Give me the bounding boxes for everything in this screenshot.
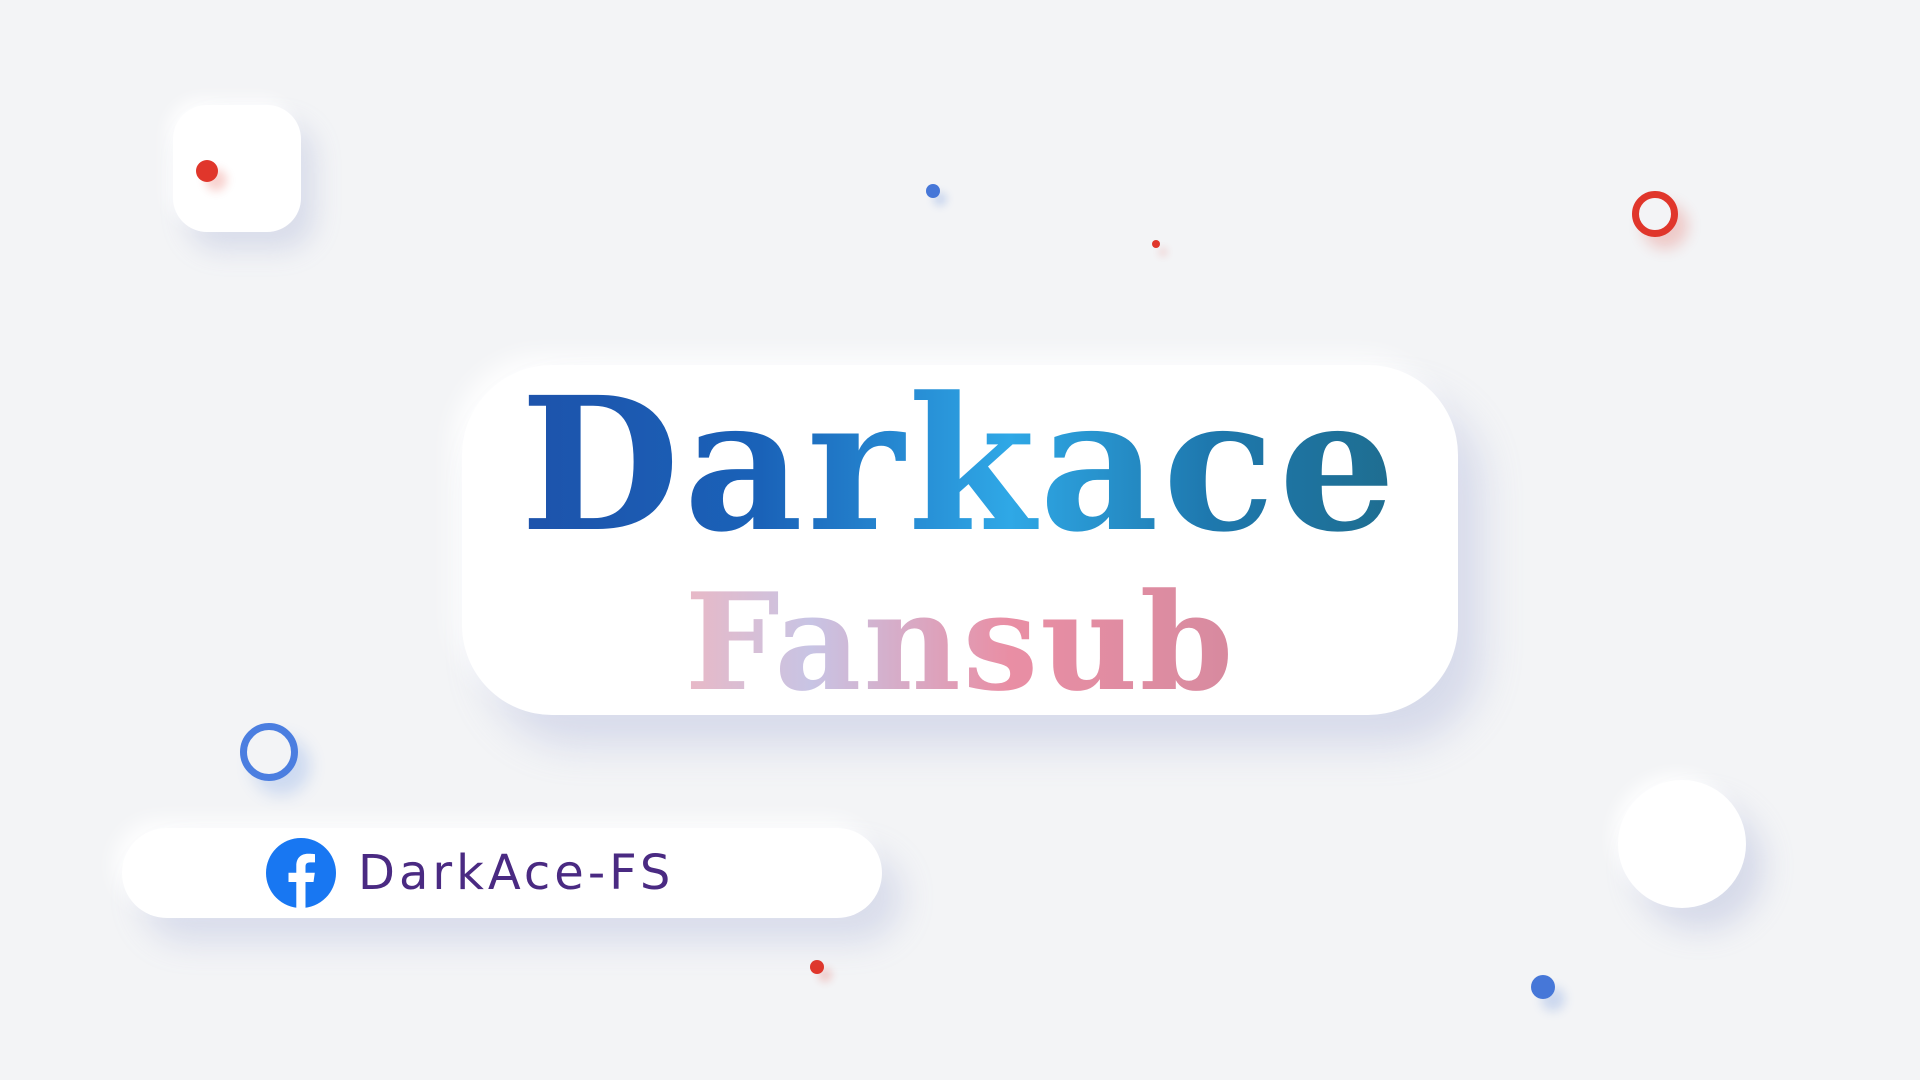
decorative-rounded-square <box>173 105 301 232</box>
decorative-small-red-dot <box>1152 240 1160 248</box>
title-main: Darkace <box>462 373 1458 557</box>
social-handle: DarkAce-FS <box>358 845 675 901</box>
social-link-pill[interactable]: DarkAce-FS <box>122 828 882 918</box>
decorative-blue-dot-bottom <box>1531 975 1555 999</box>
title-card: Darkace Fansub <box>462 365 1458 715</box>
facebook-icon <box>266 838 336 908</box>
title-sub: Fansub <box>462 575 1458 709</box>
decorative-red-dot <box>196 160 218 182</box>
decorative-red-ring <box>1632 191 1678 237</box>
decorative-blue-ring <box>240 723 298 781</box>
decorative-blue-dot <box>926 184 940 198</box>
decorative-white-circle <box>1618 780 1746 908</box>
decorative-red-dot-bottom <box>810 960 824 974</box>
